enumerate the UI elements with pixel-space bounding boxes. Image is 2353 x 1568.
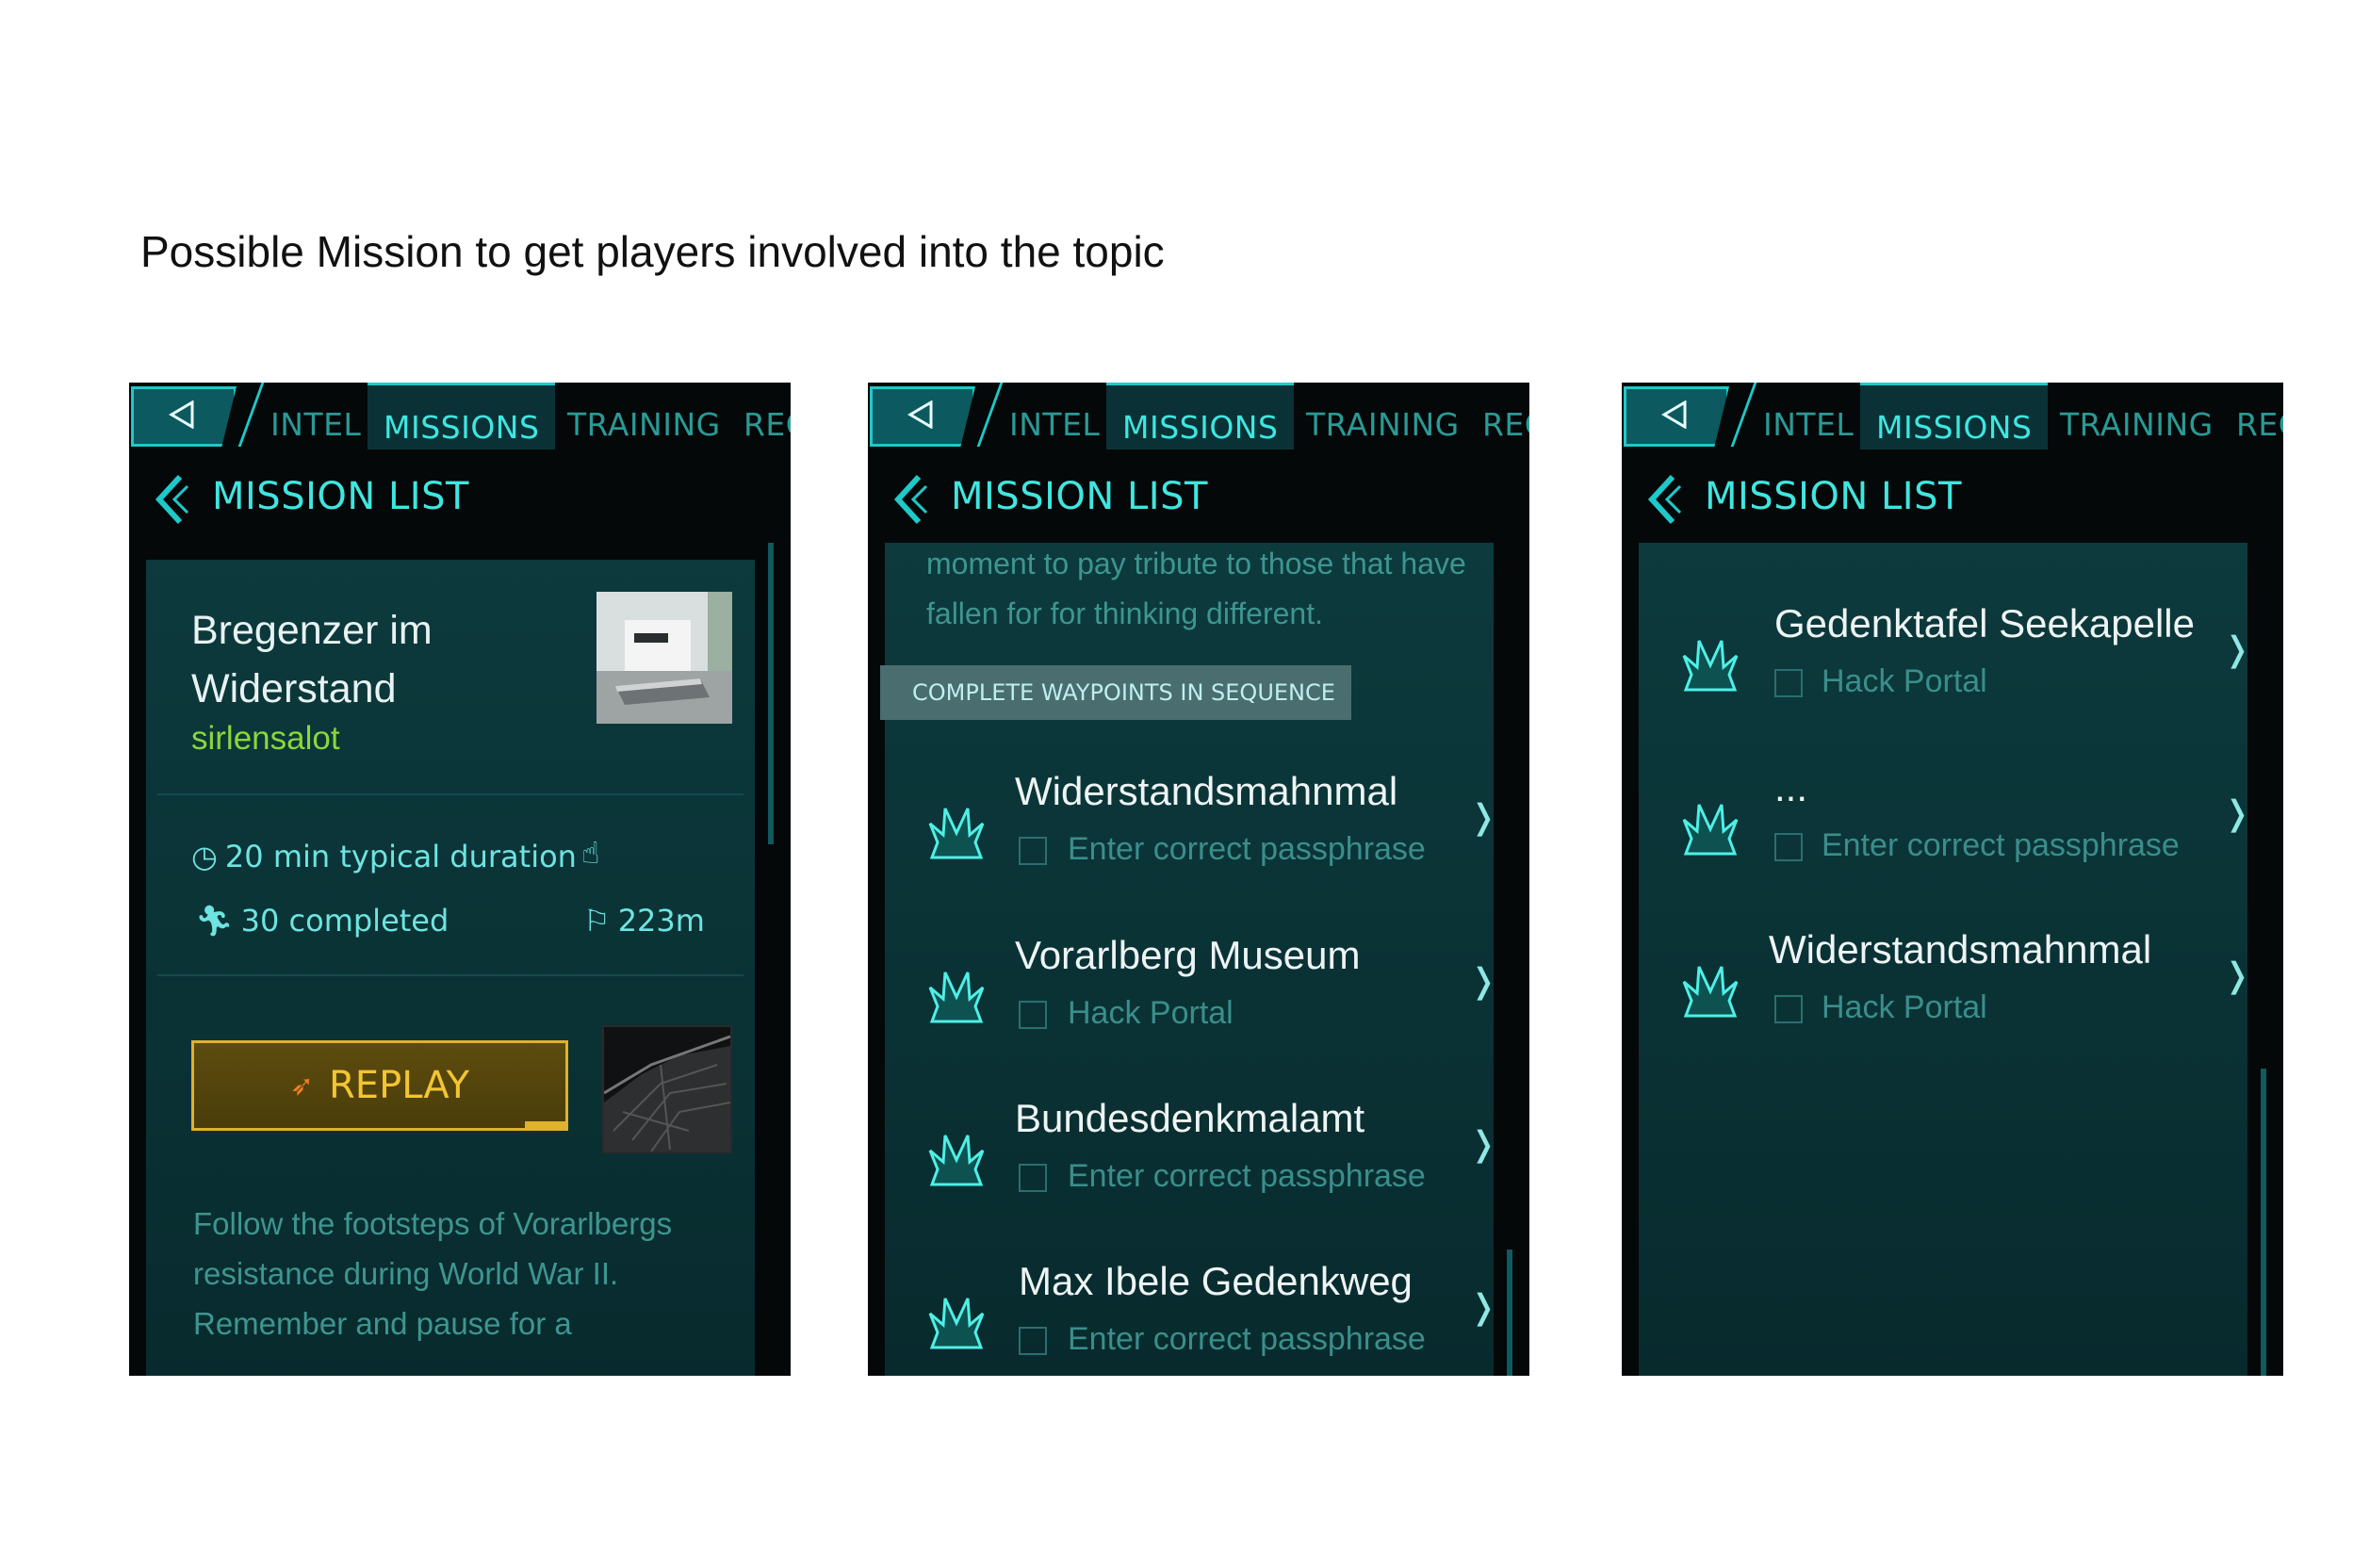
mission-list-header[interactable]: MISSION LIST (1622, 460, 2283, 526)
waypoint-name: ... (1774, 765, 1808, 809)
waypoint-name: Widerstandsmahnmal (1015, 769, 1398, 813)
waypoint-task: Enter correct passphrase (1068, 1158, 1426, 1194)
page-title: Possible Mission to get players involved… (140, 227, 1165, 276)
waypoint-row[interactable]: Vorarlberg Museum Hack Portal ❭ (868, 922, 1529, 1072)
replay-icon: ➶ (289, 1069, 315, 1102)
waypoint-name: Bundesdenkmalamt (1015, 1096, 1365, 1140)
waypoint-name: Widerstandsmahnmal (1769, 927, 2152, 972)
tab-training[interactable]: TRAINING (2060, 383, 2214, 447)
tab-training[interactable]: TRAINING (1306, 383, 1460, 447)
chevron-left-icon (1647, 474, 1682, 525)
runner-icon: 🏃︎ (195, 903, 234, 939)
mission-list-header[interactable]: MISSION LIST (868, 460, 1529, 526)
chevron-right-icon: ❭ (1469, 1287, 1498, 1326)
waypoint-task: Enter correct passphrase (1068, 831, 1426, 867)
tab-missions[interactable]: MISSIONS (1860, 383, 2049, 449)
mission-description: Follow the footsteps of Vorarlbergs resi… (193, 1206, 673, 1341)
chevron-right-icon: ❭ (1469, 797, 1498, 836)
mission-detail-screen: INTEL MISSIONS TRAINING REC MISSION LIST… (129, 383, 791, 1376)
scrollbar[interactable] (768, 543, 774, 844)
back-arrow-icon (1661, 400, 1687, 429)
waypoint-checkbox[interactable] (1019, 1164, 1047, 1192)
portal-icon (1682, 966, 1739, 1018)
mission-waypoints-screen-end: INTEL MISSIONS TRAINING REC MISSION LIST… (1622, 383, 2283, 1376)
waypoint-row[interactable]: Widerstandsmahnmal Enter correct passphr… (868, 758, 1529, 908)
waypoint-checkbox[interactable] (1019, 1001, 1047, 1029)
chevron-right-icon: ❭ (1469, 1124, 1498, 1163)
duration-text: 20 min typical duration (224, 839, 577, 874)
chevron-right-icon: ❭ (2223, 629, 2252, 668)
tab-rec[interactable]: REC (743, 383, 791, 447)
waypoint-name: Max Ibele Gedenkweg (1019, 1259, 1413, 1303)
completed-stat: 🏃︎ 30 completed (195, 903, 449, 939)
portal-icon (1682, 804, 1739, 856)
mission-list-header[interactable]: MISSION LIST (129, 460, 791, 526)
header-title: MISSION LIST (1705, 475, 1962, 518)
back-arrow-icon (169, 400, 194, 429)
tab-missions[interactable]: MISSIONS (368, 383, 556, 449)
mission-map-thumbnail[interactable] (602, 1025, 732, 1153)
tab-missions[interactable]: MISSIONS (1106, 383, 1295, 449)
portal-icon (928, 808, 985, 859)
portal-icon (1682, 640, 1739, 692)
chevron-right-icon: ❭ (2223, 793, 2252, 832)
tab-rec[interactable]: REC (2236, 383, 2283, 447)
portal-icon (928, 1298, 985, 1349)
mission-waypoints-screen: INTEL MISSIONS TRAINING REC MISSION LIST… (868, 383, 1529, 1376)
portal-icon (928, 1135, 985, 1186)
distance-text: 223m (617, 903, 705, 939)
duration-stat: ◷ 20 min typical duration (191, 839, 577, 874)
waypoint-checkbox[interactable] (1774, 995, 1803, 1023)
tab-bar: INTEL MISSIONS TRAINING REC (868, 383, 1529, 449)
waypoint-checkbox[interactable] (1774, 669, 1803, 697)
replay-button[interactable]: ➶ REPLAY (191, 1040, 568, 1131)
mission-thumbnail (596, 592, 732, 724)
mission-description-continued: moment to pay tribute to those that have… (926, 547, 1466, 630)
waypoint-row[interactable]: Bundesdenkmalamt Enter correct passphras… (868, 1085, 1529, 1235)
waypoint-task: Hack Portal (1822, 663, 1987, 699)
waypoint-checkbox[interactable] (1019, 1327, 1047, 1355)
waypoint-task: Hack Portal (1068, 995, 1234, 1031)
mission-title: Bregenzer im Widerstand (191, 608, 433, 711)
tab-intel[interactable]: INTEL (1763, 383, 1854, 447)
waypoint-row[interactable]: Gedenktafel Seekapelle Hack Portal ❭ (1622, 590, 2283, 741)
waypoint-row[interactable]: ... Enter correct passphrase ❭ (1622, 754, 2283, 905)
chevron-right-icon: ❭ (1469, 961, 1498, 1000)
flag-icon: ⚐ (583, 903, 611, 939)
mission-author[interactable]: sirlensalot (191, 720, 340, 758)
waypoint-task: Enter correct passphrase (1068, 1321, 1426, 1357)
divider (157, 793, 743, 795)
replay-button-notch (525, 1121, 568, 1131)
waypoint-name: Gedenktafel Seekapelle (1774, 601, 2195, 645)
waypoint-name: Vorarlberg Museum (1015, 933, 1361, 977)
tab-intel[interactable]: INTEL (1009, 383, 1100, 447)
waypoint-checkbox[interactable] (1019, 837, 1047, 865)
thumbs-up-icon[interactable]: ☝ (581, 835, 599, 871)
chevron-left-icon (155, 474, 189, 525)
chevron-right-icon: ❭ (2223, 956, 2252, 994)
waypoint-task: Hack Portal (1822, 989, 1987, 1025)
tab-bar: INTEL MISSIONS TRAINING REC (129, 383, 791, 449)
divider (157, 974, 743, 976)
tab-rec[interactable]: REC (1482, 383, 1529, 447)
clock-icon: ◷ (191, 839, 218, 874)
scrollbar[interactable] (2261, 1069, 2266, 1376)
sequence-banner: COMPLETE WAYPOINTS IN SEQUENCE (880, 665, 1351, 720)
chevron-left-icon (893, 474, 928, 525)
tab-intel[interactable]: INTEL (270, 383, 361, 447)
header-title: MISSION LIST (212, 475, 469, 518)
waypoint-task: Enter correct passphrase (1822, 827, 2180, 863)
tab-training[interactable]: TRAINING (567, 383, 721, 447)
replay-label: REPLAY (329, 1064, 470, 1107)
waypoint-row[interactable]: Max Ibele Gedenkweg Enter correct passph… (868, 1248, 1529, 1376)
waypoint-row[interactable]: Widerstandsmahnmal Hack Portal ❭ (1622, 916, 2283, 1067)
portal-icon (928, 972, 985, 1023)
back-arrow-icon (907, 400, 933, 429)
distance-stat: ⚐ 223m (583, 903, 705, 939)
tab-bar: INTEL MISSIONS TRAINING REC (1622, 383, 2283, 449)
completed-text: 30 completed (240, 903, 449, 939)
waypoint-checkbox[interactable] (1774, 833, 1803, 861)
header-title: MISSION LIST (951, 475, 1208, 518)
